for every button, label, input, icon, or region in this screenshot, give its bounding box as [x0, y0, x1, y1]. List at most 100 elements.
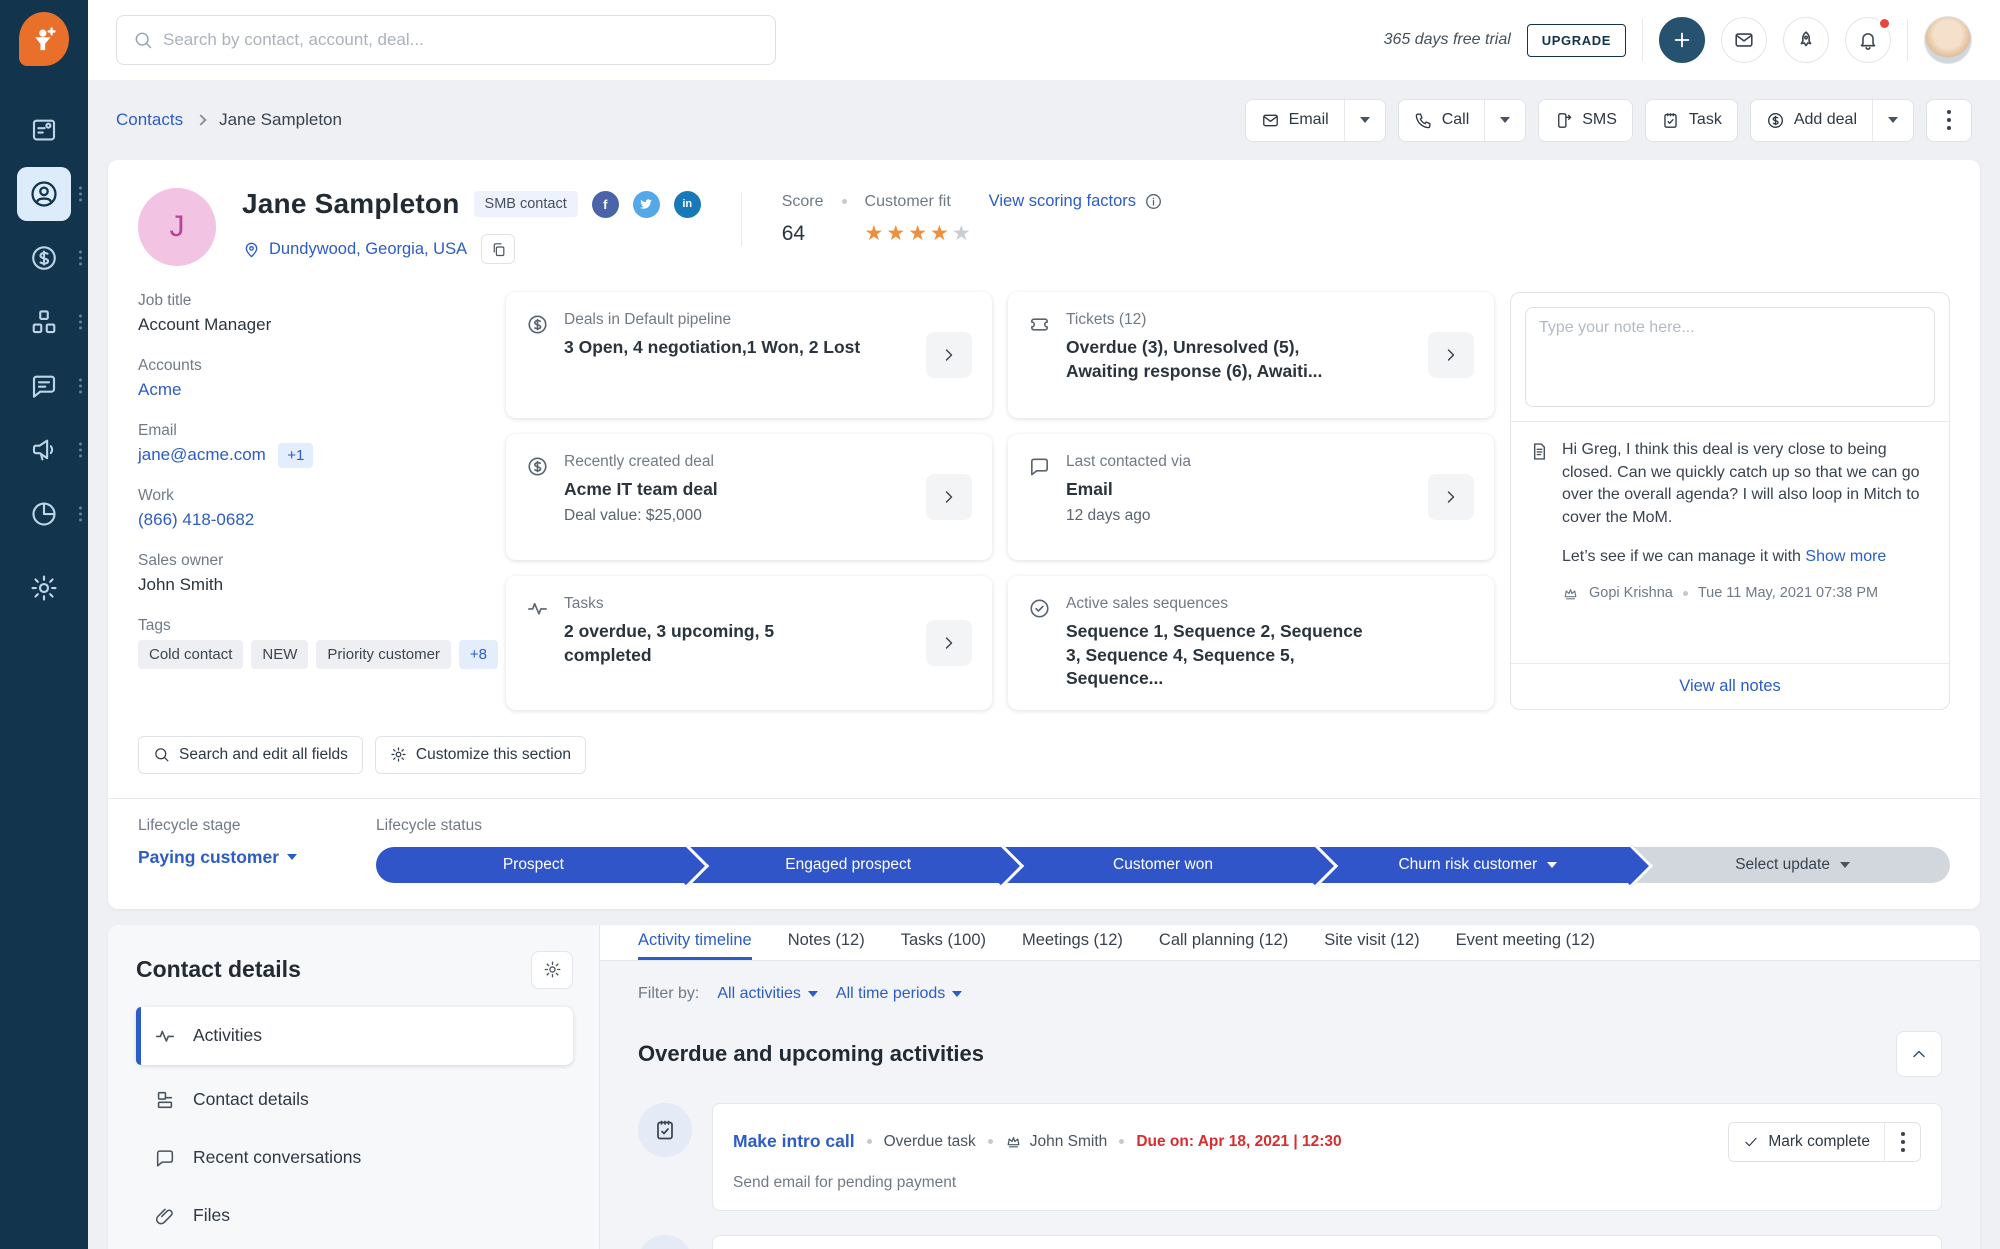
- stage-churn-risk[interactable]: Churn risk customer: [1320, 847, 1635, 883]
- products-kebab-icon[interactable]: [79, 315, 82, 330]
- sidebar-item-products[interactable]: [0, 292, 88, 352]
- tab-tasks[interactable]: Tasks (100): [901, 925, 986, 960]
- task-title-link[interactable]: Make intro call: [733, 1131, 855, 1152]
- tab-call-planning[interactable]: Call planning (12): [1159, 925, 1288, 960]
- freshsales-logo[interactable]: [19, 12, 69, 66]
- note-text-2: Let’s see if we can manage it with: [1562, 548, 1801, 565]
- account-link[interactable]: Acme: [138, 380, 181, 400]
- facebook-icon[interactable]: f: [592, 191, 619, 218]
- contacts-kebab-icon[interactable]: [79, 187, 82, 202]
- card-expand-button[interactable]: [926, 332, 972, 378]
- conversations-kebab-icon[interactable]: [79, 379, 82, 394]
- user-avatar[interactable]: [1924, 16, 1972, 64]
- stage-engaged-prospect[interactable]: Engaged prospect: [691, 847, 1006, 883]
- search-edit-fields-button[interactable]: Search and edit all fields: [138, 736, 363, 774]
- card-expand-button[interactable]: [1428, 332, 1474, 378]
- deals-kebab-icon[interactable]: [79, 251, 82, 266]
- card-subtext: Deal value: $25,000: [564, 507, 718, 525]
- tab-meetings[interactable]: Meetings (12): [1022, 925, 1123, 960]
- stage-prospect[interactable]: Prospect: [376, 847, 691, 883]
- filter-activities-dropdown[interactable]: All activities: [717, 985, 818, 1003]
- inbox-button[interactable]: [1721, 17, 1767, 63]
- sidebar-item-campaigns[interactable]: [0, 420, 88, 480]
- customize-section-button[interactable]: Customize this section: [375, 736, 586, 774]
- tab-site-visit[interactable]: Site visit (12): [1324, 925, 1419, 960]
- analytics-kebab-icon[interactable]: [79, 507, 82, 522]
- sales-sequences-card: Active sales sequences Sequence 1, Seque…: [1008, 576, 1494, 710]
- chevron-down-icon: [1547, 862, 1557, 868]
- score-label: Score: [782, 193, 824, 211]
- breadcrumb-contacts-link[interactable]: Contacts: [116, 110, 183, 130]
- stage-customer-won[interactable]: Customer won: [1006, 847, 1321, 883]
- sidebar-item-conversations[interactable]: [0, 356, 88, 416]
- sidebar-item-analytics[interactable]: [0, 484, 88, 544]
- upgrade-button[interactable]: UPGRADE: [1527, 24, 1626, 57]
- card-expand-button[interactable]: [926, 474, 972, 520]
- envelope-icon: [1733, 29, 1755, 51]
- note-input[interactable]: [1525, 307, 1935, 407]
- work-phone-link[interactable]: (866) 418-0682: [138, 510, 254, 530]
- tag-chip[interactable]: Priority customer: [316, 640, 451, 669]
- call-dropdown-button[interactable]: [1484, 100, 1525, 141]
- tab-notes[interactable]: Notes (12): [788, 925, 865, 960]
- notifications-button[interactable]: [1845, 17, 1891, 63]
- lifecycle-stage-dropdown[interactable]: Paying customer: [138, 847, 376, 868]
- field-label: Email: [138, 422, 506, 440]
- email-button[interactable]: Email: [1246, 100, 1344, 141]
- tab-activity-timeline[interactable]: Activity timeline: [638, 925, 752, 960]
- view-all-notes-link[interactable]: View all notes: [1679, 677, 1781, 695]
- sidebar-item-contacts[interactable]: [0, 164, 88, 224]
- star-icon: ★: [952, 221, 971, 246]
- email-dropdown-button[interactable]: [1344, 100, 1385, 141]
- call-button[interactable]: Call: [1399, 100, 1485, 141]
- whats-new-button[interactable]: [1783, 17, 1829, 63]
- view-scoring-factors-link[interactable]: View scoring factors: [989, 192, 1163, 211]
- mark-complete-button[interactable]: Mark complete: [1729, 1123, 1884, 1161]
- search-input[interactable]: [163, 30, 759, 50]
- search-icon: [153, 746, 170, 763]
- deals-icon: [17, 231, 71, 285]
- sms-button[interactable]: SMS: [1539, 100, 1632, 141]
- location-link[interactable]: Dundywood, Georgia, USA: [269, 240, 467, 259]
- campaigns-kebab-icon[interactable]: [79, 443, 82, 458]
- task-more-button[interactable]: [1884, 1123, 1920, 1161]
- sidebar-item-settings[interactable]: [0, 558, 88, 618]
- timeline-section-heading: Overdue and upcoming activities: [638, 1041, 984, 1067]
- card-expand-button[interactable]: [926, 620, 972, 666]
- panel-item-activities[interactable]: Activities: [136, 1007, 573, 1065]
- panel-settings-button[interactable]: [531, 951, 573, 989]
- tag-chip[interactable]: NEW: [251, 640, 308, 669]
- contact-name: Jane Sampleton: [242, 188, 460, 220]
- email-link[interactable]: jane@acme.com: [138, 445, 266, 465]
- panel-item-contact-details[interactable]: Contact details: [136, 1071, 573, 1129]
- email-more-chip[interactable]: +1: [278, 443, 313, 468]
- add-deal-dropdown-button[interactable]: [1872, 100, 1913, 141]
- notification-badge: [1878, 17, 1891, 30]
- note-timestamp: Tue 11 May, 2021 07:38 PM: [1698, 585, 1878, 601]
- copy-icon[interactable]: [481, 234, 515, 264]
- panel-item-files[interactable]: Files: [136, 1187, 573, 1245]
- filter-time-dropdown[interactable]: All time periods: [836, 985, 962, 1003]
- more-actions-button[interactable]: [1926, 99, 1972, 142]
- collapse-section-button[interactable]: [1896, 1031, 1942, 1077]
- panel-item-label: Activities: [193, 1025, 262, 1046]
- card-expand-button[interactable]: [1428, 474, 1474, 520]
- stage-select-update[interactable]: Select update: [1635, 847, 1950, 883]
- sidebar-item-dashboard[interactable]: [0, 100, 88, 160]
- panel-item-recent-conversations[interactable]: Recent conversations: [136, 1129, 573, 1187]
- sidebar-item-deals[interactable]: [0, 228, 88, 288]
- linkedin-icon[interactable]: in: [674, 191, 701, 218]
- rocket-icon: [1795, 29, 1817, 51]
- tab-event-meeting[interactable]: Event meeting (12): [1456, 925, 1595, 960]
- show-more-link[interactable]: Show more: [1805, 548, 1886, 565]
- twitter-icon[interactable]: [633, 191, 660, 218]
- task-button[interactable]: Task: [1646, 100, 1737, 141]
- add-deal-button[interactable]: Add deal: [1751, 100, 1872, 141]
- panel-item-contact-team[interactable]: Contact Team: [136, 1245, 573, 1249]
- global-search[interactable]: [116, 15, 776, 65]
- tags-more-chip[interactable]: +8: [459, 640, 498, 669]
- filter-time-label: All time periods: [836, 985, 945, 1003]
- conversations-icon: [17, 359, 71, 413]
- quick-add-button[interactable]: [1659, 17, 1705, 63]
- tag-chip[interactable]: Cold contact: [138, 640, 243, 669]
